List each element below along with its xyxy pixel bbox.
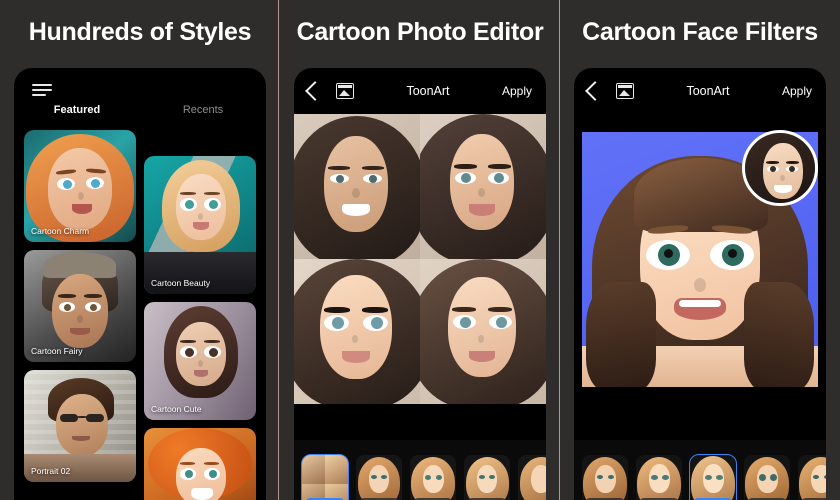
editor-topbar: ToonArt Apply (574, 68, 826, 114)
image-icon[interactable] (616, 83, 634, 99)
style-card[interactable]: Cartoon Beauty (144, 156, 256, 294)
tab-bar: Featured Recents (14, 104, 266, 116)
style-card[interactable]: Cartoon Charm (24, 130, 136, 242)
editor-title: ToonArt (406, 84, 450, 98)
editor-title: ToonArt (686, 84, 730, 98)
style-card-label: Cartoon Beauty (151, 278, 211, 288)
panel-divider (278, 0, 279, 500)
panel-1-headline: Hundreds of Styles (28, 18, 252, 46)
style-card-label: Cartoon Fairy (31, 346, 83, 356)
image-icon[interactable] (336, 83, 354, 99)
style-card[interactable]: Cartoon Cute (144, 302, 256, 420)
tab-featured[interactable]: Featured (14, 104, 140, 116)
photo-variation-cell[interactable] (294, 259, 420, 404)
hamburger-icon[interactable] (32, 84, 52, 96)
style-card[interactable] (144, 428, 256, 500)
source-photo-thumbnail[interactable] (742, 130, 818, 206)
chevron-left-icon[interactable] (305, 81, 325, 101)
editor-topbar: ToonArt Apply (294, 68, 546, 114)
photo-variation-grid (294, 114, 546, 404)
phone-mockup-3: ToonArt Apply (574, 68, 826, 500)
panel-hundreds-of-styles: Hundreds of Styles Featured Recents Cart… (0, 0, 280, 500)
photo-variation-cell[interactable] (294, 114, 420, 259)
photo-variation-cell[interactable] (420, 259, 546, 404)
filter-thumb[interactable] (518, 455, 546, 500)
style-card-art (144, 302, 256, 420)
phone-mockup-1: Featured Recents Cartoon Charm Cartoon F… (14, 68, 266, 500)
filter-thumb[interactable]: Beauty (636, 455, 682, 500)
panel-3-headline: Cartoon Face Filters (582, 18, 818, 46)
filter-thumb[interactable]: ToonArt (301, 454, 349, 500)
filter-thumb[interactable]: Fairy (356, 455, 402, 500)
screenshot-stage: Hundreds of Styles Featured Recents Cart… (0, 0, 840, 500)
panel-divider (559, 0, 560, 500)
tab-recents[interactable]: Recents (140, 104, 266, 116)
chevron-left-icon[interactable] (585, 81, 605, 101)
style-card-grid: Cartoon Charm Cartoon Fairy Portrait 02 … (24, 130, 256, 500)
style-card-label: Cartoon Charm (31, 226, 90, 236)
photo-variation-cell[interactable] (420, 114, 546, 259)
panel-cartoon-photo-editor: Cartoon Photo Editor ToonArt Apply (280, 0, 560, 500)
phone-mockup-2: ToonArt Apply (294, 68, 546, 500)
filter-strip-2[interactable]: ToonArt Fairy (294, 440, 546, 500)
apply-button[interactable]: Apply (782, 84, 812, 98)
hero-preview (574, 114, 826, 404)
style-card[interactable]: Portrait 02 (24, 370, 136, 482)
filter-thumb[interactable]: Fairy (582, 455, 628, 500)
panel-2-headline: Cartoon Photo Editor (296, 18, 544, 46)
panel-cartoon-face-filters: Cartoon Face Filters ToonArt Apply (560, 0, 840, 500)
filter-thumb[interactable]: Shocked (744, 455, 790, 500)
style-card-label: Portrait 02 (31, 466, 71, 476)
apply-button[interactable]: Apply (502, 84, 532, 98)
style-card-art (144, 156, 256, 294)
filter-thumb[interactable]: Baby (410, 455, 456, 500)
filter-thumb[interactable]: Cute (464, 455, 510, 500)
style-card[interactable]: Cartoon Fairy (24, 250, 136, 362)
filter-strip-3[interactable]: Fairy Beauty (574, 440, 826, 500)
style-card-art (144, 428, 256, 500)
filter-thumb[interactable]: Royal (689, 454, 737, 500)
style-card-label: Cartoon Cute (151, 404, 202, 414)
filter-thumb[interactable]: Ang (798, 455, 826, 500)
